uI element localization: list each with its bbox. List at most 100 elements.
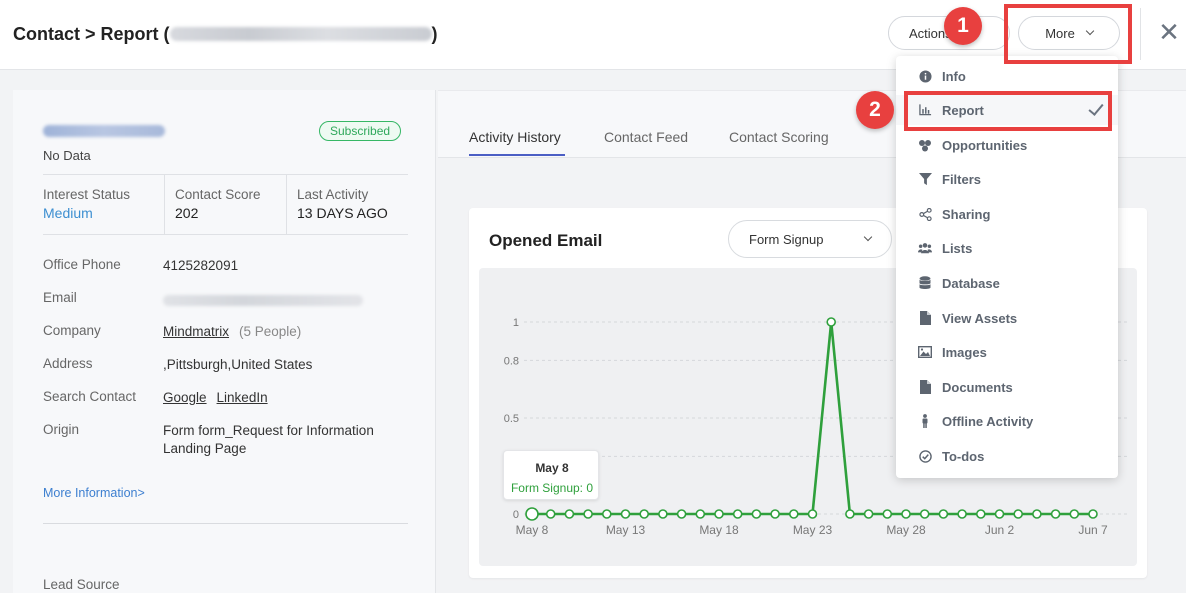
header-divider: [1140, 8, 1141, 60]
data-point[interactable]: [676, 509, 687, 519]
data-point[interactable]: [1013, 509, 1024, 519]
check-circle-icon: [918, 449, 932, 463]
data-point[interactable]: [639, 509, 649, 519]
x-tick-label: May 8: [516, 523, 549, 537]
stat-value: 13 DAYS AGO: [297, 205, 388, 221]
field-search-contact: Google LinkedIn: [163, 389, 403, 407]
stat-label: Interest Status: [43, 187, 131, 202]
person-icon: [918, 414, 932, 428]
data-point[interactable]: [1069, 509, 1080, 519]
menu-item-documents[interactable]: Documents: [896, 372, 1118, 402]
active-tab-indicator: [469, 154, 565, 156]
menu-item-label: Offline Activity: [942, 413, 1034, 429]
stat-value: Medium: [43, 205, 93, 221]
y-tick-label: 0.8: [504, 355, 519, 367]
contact-stats: Interest Status Medium Contact Score 202…: [43, 174, 408, 235]
data-point[interactable]: [788, 509, 799, 519]
menu-item-sharing[interactable]: Sharing: [896, 199, 1118, 229]
data-point[interactable]: [975, 509, 986, 519]
annotation-step-1: 1: [944, 7, 982, 45]
tab-contact-feed[interactable]: Contact Feed: [604, 129, 688, 145]
menu-item-images[interactable]: Images: [896, 337, 1118, 367]
field-label-email: Email: [43, 290, 77, 305]
tab-activity-history[interactable]: Activity History: [469, 129, 561, 145]
menu-item-label: To-dos: [942, 448, 985, 464]
data-point[interactable]: [807, 509, 818, 519]
x-tick-label: Jun 7: [1078, 523, 1108, 537]
menu-item-label: Sharing: [942, 206, 991, 222]
database-icon: [918, 276, 932, 290]
chevron-down-icon: [863, 232, 873, 242]
data-point[interactable]: [994, 509, 1005, 519]
stat-contact-score: Contact Score 202: [164, 175, 286, 234]
tab-contact-scoring[interactable]: Contact Scoring: [729, 129, 829, 145]
lead-source-label: Lead Source: [43, 577, 120, 592]
menu-item-lists[interactable]: Lists: [896, 233, 1118, 263]
stat-label: Contact Score: [175, 187, 261, 202]
menu-item-database[interactable]: Database: [896, 268, 1118, 298]
annotation-step-2: 2: [856, 91, 894, 129]
x-tick-label: May 28: [886, 523, 926, 537]
stat-interest-status: Interest Status Medium: [43, 175, 164, 234]
data-point[interactable]: [1050, 509, 1061, 519]
company-link[interactable]: Mindmatrix: [163, 324, 229, 339]
field-label-origin: Origin: [43, 422, 80, 437]
menu-item-offline-activity[interactable]: Offline Activity: [896, 406, 1118, 436]
data-point[interactable]: [882, 509, 893, 519]
data-point[interactable]: [957, 509, 967, 519]
linkedin-link[interactable]: LinkedIn: [217, 390, 268, 405]
data-point[interactable]: [826, 317, 837, 327]
field-label-address: Address: [43, 356, 93, 371]
share-icon: [918, 207, 932, 221]
data-point[interactable]: [845, 509, 855, 519]
google-link[interactable]: Google: [163, 390, 207, 405]
data-point[interactable]: [658, 509, 668, 519]
annotation-box-report: [904, 91, 1112, 131]
filter-icon: [918, 172, 932, 186]
data-point[interactable]: [901, 509, 911, 519]
field-origin: Form form_Request for Information Landin…: [163, 423, 374, 456]
menu-item-label: Images: [942, 344, 987, 360]
data-point[interactable]: [732, 509, 743, 519]
data-point[interactable]: [1088, 509, 1098, 519]
data-point[interactable]: [938, 509, 949, 519]
x-tick-label: Jun 2: [985, 523, 1015, 537]
menu-item-label: Opportunities: [942, 137, 1028, 153]
more-information-link[interactable]: More Information>: [43, 486, 145, 500]
close-icon[interactable]: ✕: [1158, 18, 1180, 46]
title-suffix: ): [431, 24, 438, 44]
menu-item-to-dos[interactable]: To-dos: [896, 441, 1118, 471]
menu-item-filters[interactable]: Filters: [896, 164, 1118, 194]
data-point[interactable]: [751, 509, 762, 519]
data-point[interactable]: [545, 509, 556, 519]
data-point[interactable]: [583, 509, 593, 519]
data-point[interactable]: [525, 507, 539, 521]
opportunities-icon: [918, 138, 932, 152]
image-icon: [918, 345, 932, 359]
data-point[interactable]: [620, 509, 631, 519]
menu-item-view-assets[interactable]: View Assets: [896, 303, 1118, 333]
data-point[interactable]: [602, 509, 612, 519]
field-label-search-contact: Search Contact: [43, 389, 137, 404]
data-point[interactable]: [1032, 509, 1042, 519]
data-point[interactable]: [714, 509, 724, 519]
users-icon: [918, 241, 932, 255]
data-point[interactable]: [863, 509, 874, 519]
menu-item-opportunities[interactable]: Opportunities: [896, 130, 1118, 160]
data-point[interactable]: [919, 509, 930, 519]
chart-tooltip: May 8 Form Signup: 0: [503, 450, 599, 500]
redacted-email: [169, 27, 432, 41]
y-tick-label: 0.5: [504, 413, 519, 425]
data-point[interactable]: [695, 509, 706, 519]
x-tick-label: May 18: [699, 523, 739, 537]
data-point[interactable]: [564, 509, 575, 519]
field-label-office-phone: Office Phone: [43, 257, 121, 272]
redacted-contact-name: [43, 125, 165, 137]
field-address: ,Pittsburgh,United States: [163, 357, 313, 372]
menu-item-info[interactable]: Info: [896, 61, 1118, 91]
select-value: Form Signup: [749, 231, 824, 247]
activity-type-select[interactable]: Form Signup: [728, 220, 892, 258]
file-icon: [918, 311, 932, 325]
data-point[interactable]: [770, 509, 780, 519]
tooltip-value: Form Signup: 0: [510, 481, 594, 495]
